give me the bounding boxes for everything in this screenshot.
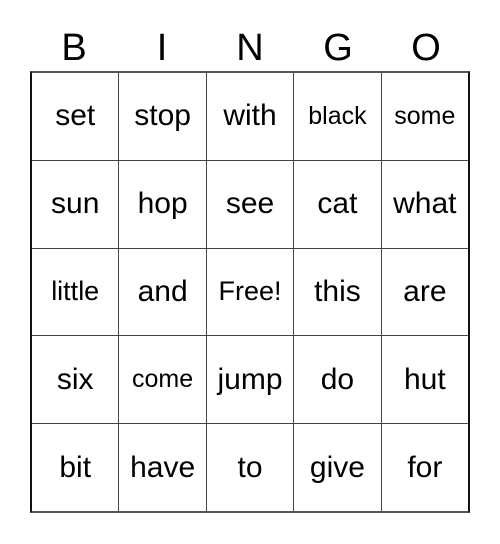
bingo-cell[interactable]: are — [381, 248, 469, 336]
bingo-cell[interactable]: with — [206, 73, 295, 160]
bingo-cell[interactable]: this — [294, 248, 382, 336]
bingo-cell-text: hut — [403, 362, 446, 396]
bingo-row: bit have to give for — [32, 424, 469, 511]
bingo-cell[interactable]: set — [32, 73, 120, 160]
bingo-cell[interactable]: see — [206, 160, 295, 248]
header-letter-g-text: G — [323, 26, 353, 69]
bingo-cell[interactable]: some — [381, 73, 469, 160]
header-letter-o: O — [382, 24, 470, 71]
bingo-cell-text: black — [308, 101, 367, 130]
bingo-cell-text: do — [320, 362, 355, 396]
bingo-cell-text: and — [137, 274, 188, 308]
bingo-cell[interactable]: to — [206, 424, 295, 511]
bingo-cell[interactable]: bit — [32, 424, 120, 511]
bingo-cell[interactable]: have — [119, 424, 207, 511]
bingo-cell[interactable]: hop — [119, 160, 207, 248]
bingo-cell-text: stop — [134, 99, 191, 133]
bingo-cell-text: this — [314, 274, 361, 308]
bingo-cell-text: six — [56, 362, 94, 396]
bingo-cell[interactable]: jump — [206, 336, 295, 424]
bingo-row: set stop with black some — [32, 73, 469, 161]
bingo-cell[interactable]: black — [294, 73, 382, 160]
bingo-grid: set stop with black some sun hop see cat… — [30, 71, 470, 513]
bingo-cell-text: some — [394, 101, 456, 130]
bingo-row: little and Free! this are — [32, 248, 469, 337]
bingo-cell-text: cat — [317, 187, 358, 221]
header-letter-i-text: I — [156, 26, 168, 69]
bingo-cell-text: see — [225, 187, 275, 221]
bingo-cell-text: hop — [137, 187, 188, 221]
bingo-cell-text: have — [130, 450, 196, 484]
bingo-cell-text: sun — [51, 187, 100, 221]
bingo-cell[interactable]: sun — [32, 160, 120, 248]
bingo-cell[interactable]: what — [381, 160, 469, 248]
bingo-cell-text: what — [393, 187, 457, 221]
bingo-cell[interactable]: little — [32, 248, 120, 336]
bingo-cell[interactable]: cat — [294, 160, 382, 248]
header-letter-b-text: B — [61, 26, 87, 69]
bingo-cell[interactable]: and — [119, 248, 207, 336]
bingo-cell[interactable]: come — [119, 336, 207, 424]
bingo-cell-text: with — [223, 99, 277, 133]
bingo-cell[interactable]: six — [32, 336, 120, 424]
bingo-cell-text: little — [51, 276, 100, 307]
bingo-cell[interactable]: stop — [119, 73, 207, 160]
bingo-cell[interactable]: for — [381, 424, 469, 511]
bingo-cell-text: set — [55, 99, 96, 133]
free-space-text: Free! — [218, 276, 282, 307]
bingo-card: B I N G O set stop with black some sun h… — [0, 0, 500, 544]
bingo-cell-text: bit — [59, 450, 92, 484]
header-letter-b: B — [30, 24, 118, 71]
header-letter-o-text: O — [411, 26, 441, 69]
header-letter-i: I — [118, 24, 206, 71]
bingo-cell[interactable]: do — [294, 336, 382, 424]
header-letter-n: N — [206, 24, 294, 71]
header-letter-n-text: N — [236, 26, 264, 69]
header-letter-g: G — [294, 24, 382, 71]
bingo-cell[interactable]: give — [294, 424, 382, 511]
bingo-cell-text: to — [237, 450, 263, 484]
bingo-cell-free-space[interactable]: Free! — [206, 248, 295, 336]
bingo-cell-text: for — [407, 450, 443, 484]
bingo-row: sun hop see cat what — [32, 160, 469, 249]
bingo-cell[interactable]: hut — [381, 336, 469, 424]
bingo-cell-text: give — [309, 450, 365, 484]
bingo-row: six come jump do hut — [32, 336, 469, 425]
bingo-header-row: B I N G O — [30, 24, 470, 71]
bingo-cell-text: are — [403, 274, 447, 308]
bingo-cell-text: come — [132, 365, 194, 394]
bingo-cell-text: jump — [217, 362, 283, 396]
